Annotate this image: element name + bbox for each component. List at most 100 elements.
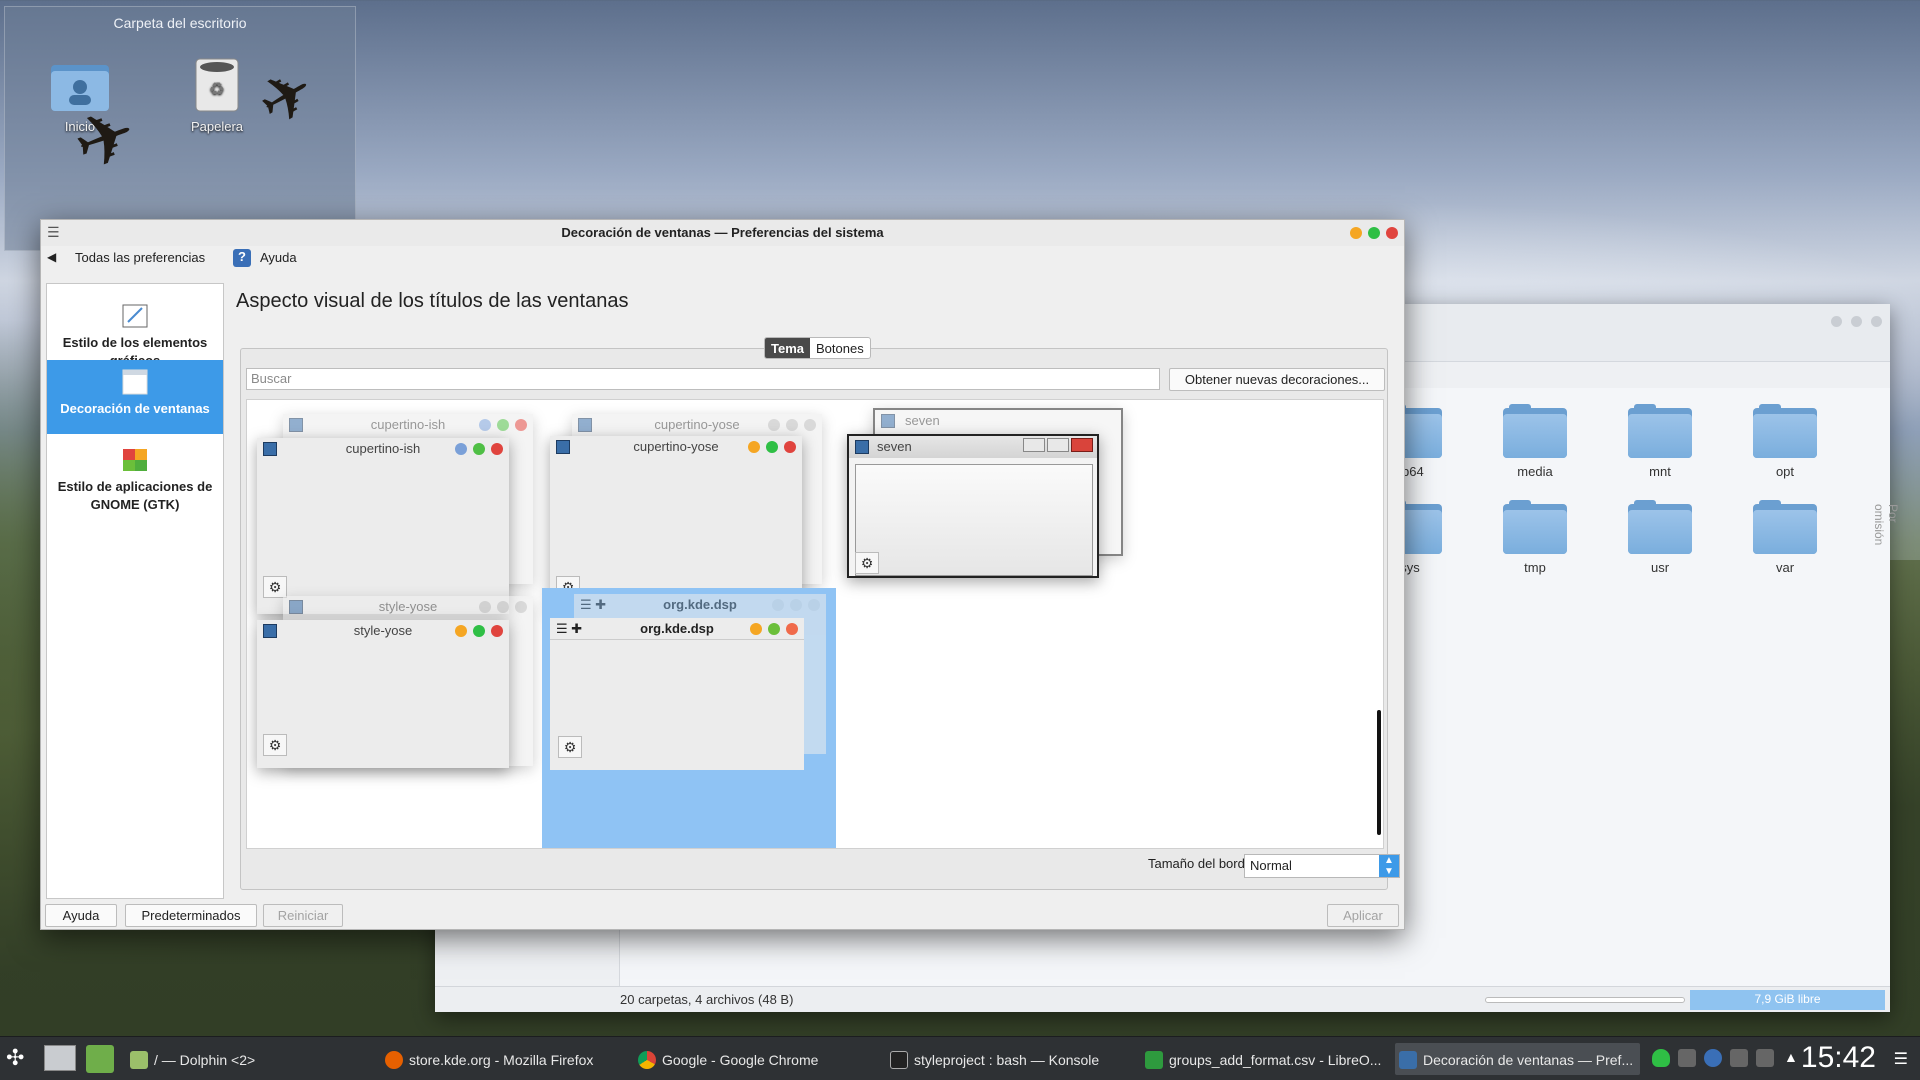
chevron-updown-icon: ▲ ▼ [1379,855,1399,877]
folder-icon [1628,500,1692,554]
task-chrome[interactable]: Google - Google Chrome [638,1043,878,1075]
settings-sidebar: Estilo de los elementos gráficos Decorac… [46,283,224,899]
settings-window: ☰ Decoración de ventanas — Preferencias … [40,219,1405,930]
hp-printer-icon[interactable] [1704,1049,1722,1067]
menu-icon: ☰ ✚ [556,621,583,636]
close-button[interactable] [1871,316,1882,327]
folder-icon [1753,404,1817,458]
border-size-value: Normal [1250,858,1292,873]
maximize-button[interactable] [1368,227,1380,239]
free-space-bar: 7,9 GiB libre [1690,990,1885,1010]
decoration-item-org-kde-dsp[interactable]: ☰ ✚ org.kde.dsp ☰ ✚ org.kde.dsp ⚙ [542,588,836,848]
decoration-name: seven [877,439,912,454]
tab-buttons[interactable]: Botones [810,338,870,358]
task-firefox[interactable]: store.kde.org - Mozilla Firefox [385,1043,625,1075]
task-dolphin[interactable]: / — Dolphin <2> [130,1043,370,1075]
widget-style-icon [120,302,150,330]
decoration-item-style-yose[interactable]: style-yose style-yose ⚙ [247,584,539,774]
gear-icon[interactable]: ⚙ [855,552,879,574]
folder-item[interactable]: usr [1610,500,1710,575]
settings-titlebar: ☰ Decoración de ventanas — Preferencias … [41,220,1404,246]
menu-icon[interactable]: ☰ [1894,1049,1908,1069]
help-button[interactable]: Ayuda [45,904,117,927]
decoration-item-cupertino-yose[interactable]: cupertino-yose cupertino-yose ⚙ [542,400,834,620]
sidebar-item-gtk-style[interactable]: Estilo de aplicaciones de GNOME (GTK) [47,446,223,512]
folder-item[interactable]: mnt [1610,404,1710,479]
minimize-button[interactable] [1350,227,1362,239]
folder-item[interactable]: var [1735,500,1835,575]
chevron-up-icon[interactable]: ▲ [1784,1049,1798,1065]
task-libreoffice[interactable]: groups_add_format.csv - LibreO... [1145,1043,1390,1075]
decoration-name: cupertino-ish [345,441,421,456]
kde-icon [855,440,869,454]
clock[interactable]: 15:42 [1801,1041,1876,1075]
folder-item[interactable]: media [1485,404,1585,479]
status-text: 20 carpetas, 4 archivos (48 B) [620,992,794,1007]
folder-item[interactable]: tmp [1485,500,1585,575]
all-settings-link[interactable]: Todas las preferencias [75,250,205,265]
folder-icon [1628,404,1692,458]
get-new-decorations-button[interactable]: Obtener nuevas decoraciones... [1169,368,1385,391]
reset-button[interactable]: Reiniciar [263,904,343,927]
firefox-icon [385,1051,403,1069]
decoration-name: org.kde.dsp [640,621,714,636]
sidebar-item-window-decoration[interactable]: Decoración de ventanas [47,360,223,434]
side-text: Por omisión [1872,504,1900,546]
zoom-slider[interactable] [1485,997,1685,1003]
task-label: groups_add_format.csv - LibreO... [1169,1052,1382,1068]
volume-icon[interactable] [1730,1049,1748,1067]
folder-item[interactable]: opt [1735,404,1835,479]
sidebar-item-label: Estilo de aplicaciones de GNOME (GTK) [57,479,213,512]
settings-navbar: ◀ Todas las preferencias ? Ayuda [41,246,1404,274]
task-label: store.kde.org - Mozilla Firefox [409,1052,594,1068]
trash-icon: ♻ [186,57,248,113]
show-desktop-icon[interactable] [44,1045,76,1071]
tab-theme[interactable]: Tema [765,338,810,358]
chrome-icon [638,1051,656,1069]
decoration-name: style-yose [353,623,413,638]
task-settings[interactable]: Decoración de ventanas — Pref... [1395,1043,1640,1075]
help-link[interactable]: Ayuda [260,250,297,265]
folder-label: usr [1650,560,1670,575]
sidebar-item-label: Decoración de ventanas [60,401,210,416]
border-size-select[interactable]: Normal ▲ ▼ [1244,854,1400,878]
decoration-name: org.kde.dsp [663,597,737,612]
maximize-button[interactable] [1851,316,1862,327]
border-size-label: Tamaño del borde: [1148,856,1256,871]
network-icon[interactable] [1756,1049,1774,1067]
apply-button[interactable]: Aplicar [1327,904,1399,927]
maximize-icon [1047,438,1069,452]
decoration-name: cupertino-yose [633,439,719,454]
scrollbar[interactable] [1377,710,1381,835]
help-icon[interactable]: ? [233,249,251,267]
search-input[interactable]: Buscar [246,368,1160,390]
libreoffice-calc-icon [1145,1051,1163,1069]
folder-icon [1503,404,1567,458]
decoration-item-seven[interactable]: seven seven ⚙ [843,400,1143,620]
page-heading: Aspecto visual de los títulos de las ven… [236,290,629,312]
task-label: / — Dolphin <2> [154,1052,256,1068]
defaults-button[interactable]: Predeterminados [125,904,257,927]
gear-icon[interactable]: ⚙ [263,734,287,756]
file-manager-icon[interactable] [86,1045,114,1073]
bluetooth-icon[interactable] [1678,1049,1696,1067]
minimize-button[interactable] [1831,316,1842,327]
tab-bar: Tema Botones [764,337,871,359]
close-button[interactable] [1386,227,1398,239]
back-arrow-icon[interactable]: ◀ [47,250,56,264]
decoration-name: seven [905,413,940,428]
minimize-icon [1023,438,1045,452]
kde-icon [556,440,570,454]
task-konsole[interactable]: styleproject : bash — Konsole [890,1043,1135,1075]
folder-icon [1753,500,1817,554]
folder-label: var [1775,560,1795,575]
task-label: styleproject : bash — Konsole [914,1052,1100,1068]
dolphin-icon [130,1051,148,1069]
close-icon [1071,438,1093,452]
app-launcher-icon[interactable]: ✣ [6,1045,24,1071]
gear-icon[interactable]: ⚙ [558,736,582,758]
security-shield-icon[interactable] [1652,1049,1670,1067]
sidebar-item-widget-style[interactable]: Estilo de los elementos gráficos [47,302,223,368]
dolphin-statusbar: 20 carpetas, 4 archivos (48 B) 7,9 GiB l… [435,986,1890,1012]
desktop-folder-title: Carpeta del escritorio [113,15,247,31]
